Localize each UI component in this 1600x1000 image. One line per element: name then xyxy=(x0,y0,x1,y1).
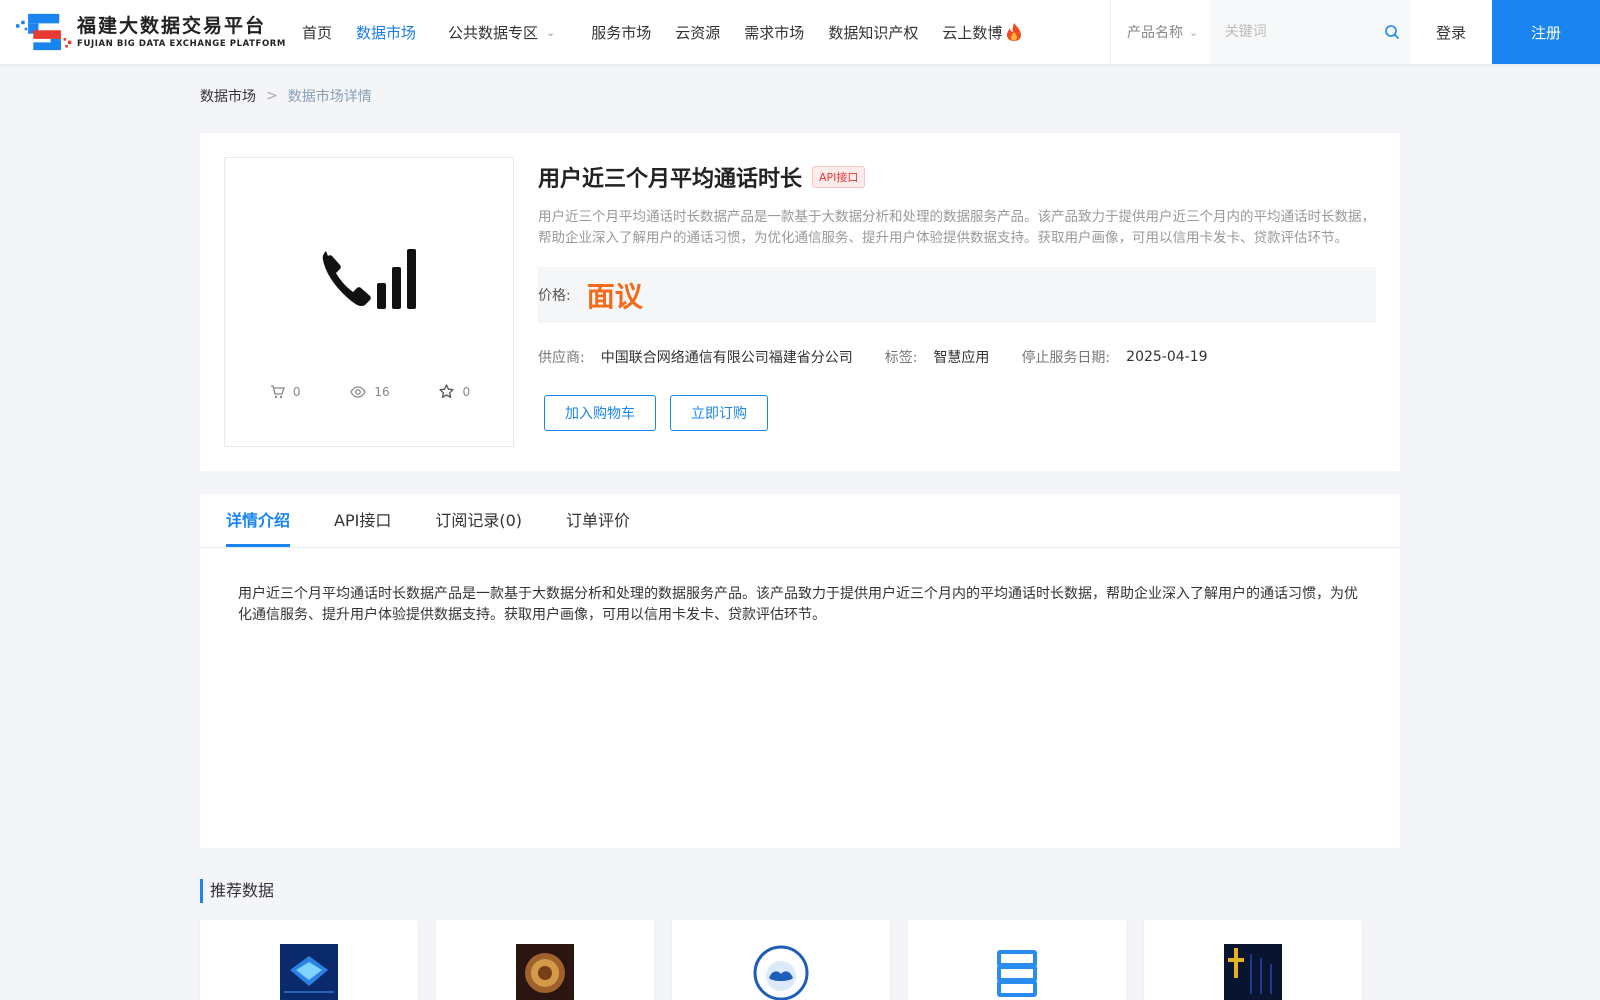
nav-item-public-data[interactable]: 公共数据专区 ⌄ xyxy=(448,0,555,64)
chevron-down-icon: ⌄ xyxy=(1189,25,1199,39)
search-input[interactable] xyxy=(1210,0,1410,64)
end-date-value: 2025-04-19 xyxy=(1126,349,1208,365)
breadcrumb-current: 数据市场详情 xyxy=(287,89,372,105)
product-title: 用户近三个月平均通话时长 xyxy=(538,167,803,192)
recommended-thumbnail-pattern xyxy=(1224,944,1282,1000)
recommended-thumbnail-coin xyxy=(516,944,574,1000)
recommended-card[interactable] xyxy=(1144,920,1362,1000)
breadcrumb: 数据市场 > 数据市场详情 xyxy=(200,86,372,106)
view-count: 16 xyxy=(350,384,390,399)
top-header: 福建大数据交易平台 FUJIAN BIG DATA EXCHANGE PLATF… xyxy=(0,0,1600,64)
cart-count-value: 0 xyxy=(292,384,301,399)
tab-details[interactable]: 详情介绍 xyxy=(226,493,291,547)
product-meta: 供应商: 中国联合网络通信有限公司福建省分公司 标签: 智慧应用 停止服务日期:… xyxy=(538,347,1376,367)
product-info: 用户近三个月平均通话时长 API接口 用户近三个月平均通话时长数据产品是一款基于… xyxy=(538,157,1376,431)
action-buttons: 加入购物车 立即订购 xyxy=(538,395,1376,431)
api-badge: API接口 xyxy=(812,166,866,188)
recommended-title: 推荐数据 xyxy=(200,879,274,903)
brand-name-en: FUJIAN BIG DATA EXCHANGE PLATFORM xyxy=(77,39,286,49)
recommended-thumbnail-database xyxy=(988,944,1046,1000)
add-to-cart-button[interactable]: 加入购物车 xyxy=(544,395,656,431)
favorite-count[interactable]: 0 xyxy=(439,384,470,399)
nav-item-cloud-expo[interactable]: 云上数博 xyxy=(942,0,1023,64)
tag-value: 智慧应用 xyxy=(933,350,990,366)
search-area: 产品名称 ⌄ xyxy=(1110,0,1410,64)
product-card: 0 16 0 用户近三个月平均通话时长 API接口 用户近三个月平均通话时长数据… xyxy=(200,133,1400,471)
search-category-select[interactable]: 产品名称 ⌄ xyxy=(1111,0,1211,64)
product-stats: 0 16 0 xyxy=(225,384,515,399)
fire-icon xyxy=(1007,23,1022,41)
tab-subscriptions[interactable]: 订阅记录(0) xyxy=(435,493,522,547)
recommended-card[interactable] xyxy=(200,920,418,1000)
chevron-down-icon: ⌄ xyxy=(546,25,556,39)
favorite-count-value: 0 xyxy=(462,384,471,399)
nav-item-data-ip[interactable]: 数据知识产权 xyxy=(828,0,918,64)
cart-count: 0 xyxy=(270,384,301,399)
nav-item-data-market[interactable]: 数据市场 xyxy=(356,0,416,64)
supplier-value: 中国联合网络通信有限公司福建省分公司 xyxy=(600,350,853,366)
nav-item-demand-market[interactable]: 需求市场 xyxy=(744,0,804,64)
tab-api[interactable]: API接口 xyxy=(334,493,391,547)
search-icon[interactable] xyxy=(1384,24,1400,40)
subscribe-button[interactable]: 立即订购 xyxy=(670,395,768,431)
phone-signal-icon xyxy=(322,249,416,309)
nav-item-public-data-label: 公共数据专区 xyxy=(448,23,539,42)
nav-item-cloud-resources[interactable]: 云资源 xyxy=(675,0,720,64)
view-count-value: 16 xyxy=(374,384,390,399)
detail-card: 详情介绍 API接口 订阅记录(0) 订单评价 用户近三个月平均通话时长数据产品… xyxy=(200,494,1400,848)
cart-icon xyxy=(270,384,285,398)
tag-label: 标签: xyxy=(884,350,918,366)
product-description: 用户近三个月平均通话时长数据产品是一款基于大数据分析和处理的数据服务产品。该产品… xyxy=(538,209,1375,246)
supplier-label: 供应商: xyxy=(538,350,585,366)
site-logo[interactable]: 福建大数据交易平台 FUJIAN BIG DATA EXCHANGE PLATF… xyxy=(16,9,286,55)
price-value: 面议 xyxy=(586,280,643,313)
recommended-card[interactable] xyxy=(672,920,890,1000)
price-box: 价格: 面议 xyxy=(538,267,1376,323)
detail-text: 用户近三个月平均通话时长数据产品是一款基于大数据分析和处理的数据服务产品。该产品… xyxy=(238,586,1358,623)
main-nav: 首页 数据市场 公共数据专区 ⌄ 服务市场 云资源 需求市场 数据知识产权 云上… xyxy=(302,0,1047,64)
star-icon xyxy=(439,384,455,398)
breadcrumb-parent[interactable]: 数据市场 xyxy=(200,86,256,106)
breadcrumb-separator: > xyxy=(266,88,278,104)
nav-item-home[interactable]: 首页 xyxy=(302,0,332,64)
recommended-card[interactable] xyxy=(436,920,654,1000)
search-category-label: 产品名称 xyxy=(1127,25,1183,41)
login-button[interactable]: 登录 xyxy=(1410,0,1492,64)
tab-reviews[interactable]: 订单评价 xyxy=(566,493,630,547)
recommended-card[interactable] xyxy=(908,920,1126,1000)
logo-mark-icon xyxy=(16,13,72,51)
nav-item-service-market[interactable]: 服务市场 xyxy=(591,0,651,64)
product-image-box: 0 16 0 xyxy=(224,157,514,447)
detail-tabs: 详情介绍 API接口 订阅记录(0) 订单评价 xyxy=(200,494,1400,548)
eye-icon xyxy=(350,385,367,398)
price-label: 价格: xyxy=(538,288,571,304)
register-button[interactable]: 注册 xyxy=(1492,0,1600,64)
recommended-thumbnail-seal xyxy=(752,944,810,1000)
recommended-thumbnail-chip xyxy=(280,944,338,1000)
end-date-label: 停止服务日期: xyxy=(1021,350,1111,366)
nav-item-cloud-expo-label: 云上数博 xyxy=(942,23,1003,42)
brand-name-cn: 福建大数据交易平台 xyxy=(77,15,267,37)
